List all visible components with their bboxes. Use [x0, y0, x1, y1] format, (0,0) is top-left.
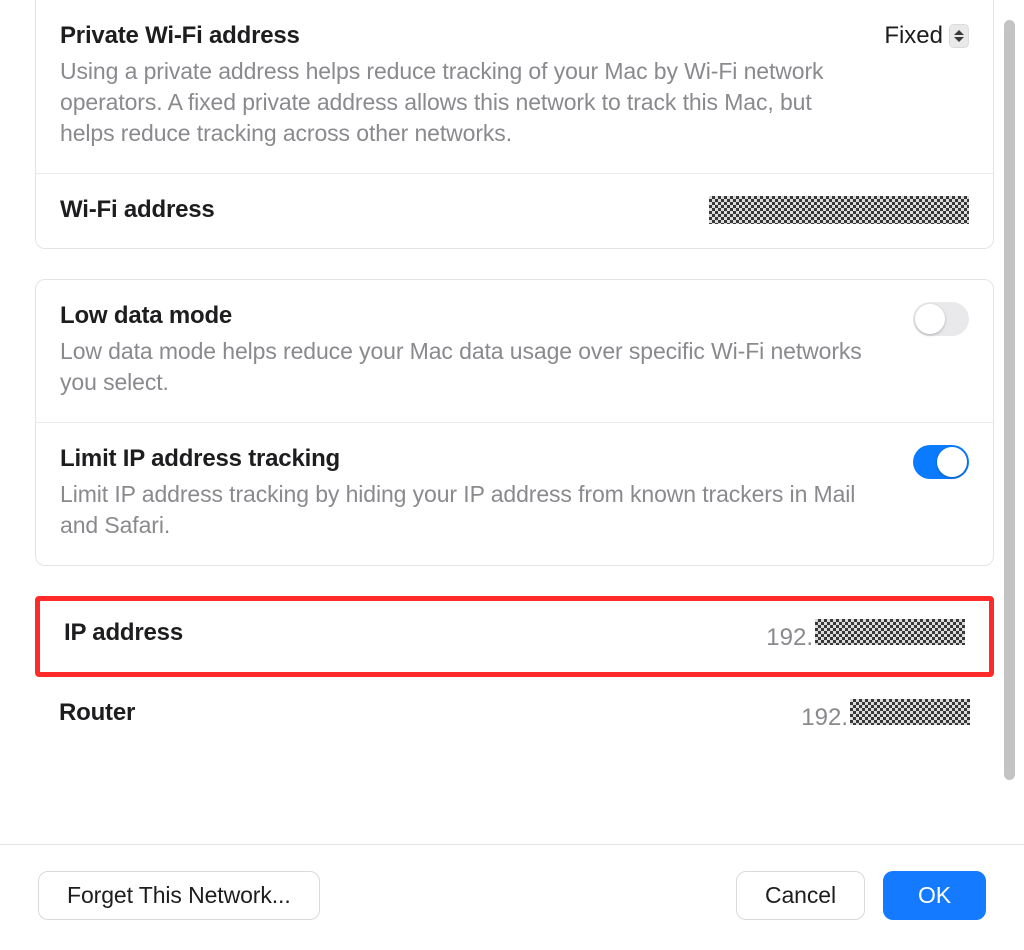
cancel-button[interactable]: Cancel: [736, 871, 865, 920]
private-wifi-title: Private Wi-Fi address: [60, 22, 864, 50]
limit-tracking-row: Limit IP address tracking Limit IP addre…: [36, 423, 993, 565]
wifi-privacy-section: Private Wi-Fi address Using a private ad…: [35, 0, 994, 249]
ok-button[interactable]: OK: [883, 871, 986, 920]
scrollbar-track[interactable]: [1002, 0, 1018, 800]
ip-address-prefix: 192.: [766, 624, 813, 652]
limit-tracking-desc: Limit IP address tracking by hiding your…: [60, 479, 893, 541]
low-data-title: Low data mode: [60, 302, 893, 330]
router-section: Router 192.: [35, 681, 994, 752]
limit-tracking-title: Limit IP address tracking: [60, 445, 893, 473]
router-row: Router 192.: [35, 681, 994, 752]
private-wifi-row: Private Wi-Fi address Using a private ad…: [36, 0, 993, 174]
router-redacted: [850, 699, 970, 725]
scrollbar-thumb[interactable]: [1004, 20, 1015, 780]
wifi-address-value-redacted: [709, 196, 969, 224]
router-title: Router: [59, 699, 135, 727]
router-prefix: 192.: [801, 704, 848, 732]
low-data-row: Low data mode Low data mode helps reduce…: [36, 280, 993, 423]
toggle-knob: [915, 304, 945, 334]
forget-network-button[interactable]: Forget This Network...: [38, 871, 320, 920]
private-wifi-desc: Using a private address helps reduce tra…: [60, 56, 864, 149]
limit-tracking-toggle[interactable]: [913, 445, 969, 479]
wifi-address-title: Wi-Fi address: [60, 196, 215, 224]
ip-address-highlight: IP address 192.: [35, 596, 994, 677]
private-wifi-value: Fixed: [884, 22, 943, 50]
private-wifi-selector[interactable]: Fixed: [884, 22, 969, 50]
footer: Forget This Network... Cancel OK: [0, 844, 1024, 950]
ip-address-row: IP address 192.: [40, 601, 989, 672]
data-tracking-section: Low data mode Low data mode helps reduce…: [35, 279, 994, 566]
ip-address-redacted: [815, 619, 965, 645]
chevron-up-down-icon: [949, 24, 969, 48]
wifi-address-row: Wi-Fi address: [36, 174, 993, 248]
low-data-toggle[interactable]: [913, 302, 969, 336]
router-value: 192.: [801, 699, 970, 732]
toggle-knob: [937, 447, 967, 477]
ip-address-title: IP address: [64, 619, 183, 647]
ip-address-value: 192.: [766, 619, 965, 652]
low-data-desc: Low data mode helps reduce your Mac data…: [60, 336, 893, 398]
